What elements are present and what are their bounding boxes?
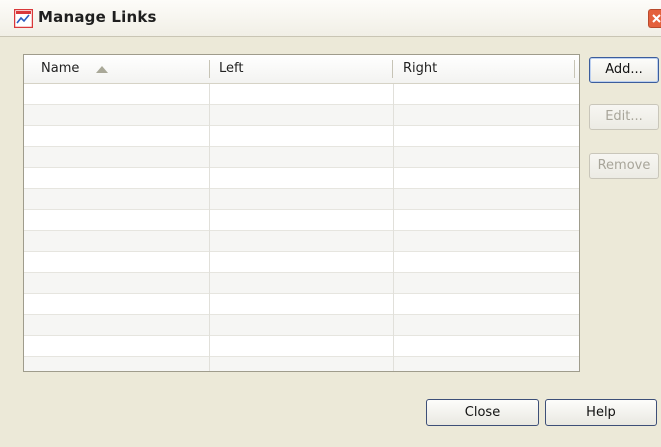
column-header-name[interactable]: Name bbox=[41, 55, 79, 83]
table-row bbox=[24, 210, 579, 231]
close-button[interactable]: Close bbox=[426, 399, 539, 426]
table-row bbox=[24, 252, 579, 273]
manage-links-dialog: Manage Links Name Left Right Add... Edit… bbox=[0, 0, 661, 447]
table-row bbox=[24, 315, 579, 336]
close-icon[interactable] bbox=[648, 9, 661, 28]
table-row bbox=[24, 84, 579, 105]
table-row bbox=[24, 336, 579, 357]
column-divider[interactable] bbox=[574, 60, 575, 78]
add-button[interactable]: Add... bbox=[589, 57, 659, 83]
links-table[interactable]: Name Left Right bbox=[23, 54, 580, 372]
table-row bbox=[24, 357, 579, 371]
column-gridline bbox=[209, 84, 210, 371]
sort-ascending-icon[interactable] bbox=[96, 66, 108, 73]
window-title: Manage Links bbox=[38, 8, 157, 26]
remove-button[interactable]: Remove bbox=[589, 153, 659, 179]
column-divider[interactable] bbox=[209, 60, 210, 78]
table-row bbox=[24, 105, 579, 126]
edit-button[interactable]: Edit... bbox=[589, 104, 659, 130]
title-bar[interactable]: Manage Links bbox=[0, 0, 661, 37]
column-gridline bbox=[393, 84, 394, 371]
column-header-right[interactable]: Right bbox=[403, 55, 437, 83]
table-row bbox=[24, 231, 579, 252]
table-row bbox=[24, 147, 579, 168]
table-row bbox=[24, 189, 579, 210]
chart-app-icon bbox=[14, 9, 33, 28]
table-header: Name Left Right bbox=[24, 55, 579, 84]
table-row bbox=[24, 294, 579, 315]
column-header-left[interactable]: Left bbox=[219, 55, 243, 83]
table-row bbox=[24, 273, 579, 294]
table-body[interactable] bbox=[24, 84, 579, 371]
table-row bbox=[24, 168, 579, 189]
column-divider[interactable] bbox=[392, 60, 393, 78]
table-row bbox=[24, 126, 579, 147]
help-button[interactable]: Help bbox=[545, 399, 657, 426]
